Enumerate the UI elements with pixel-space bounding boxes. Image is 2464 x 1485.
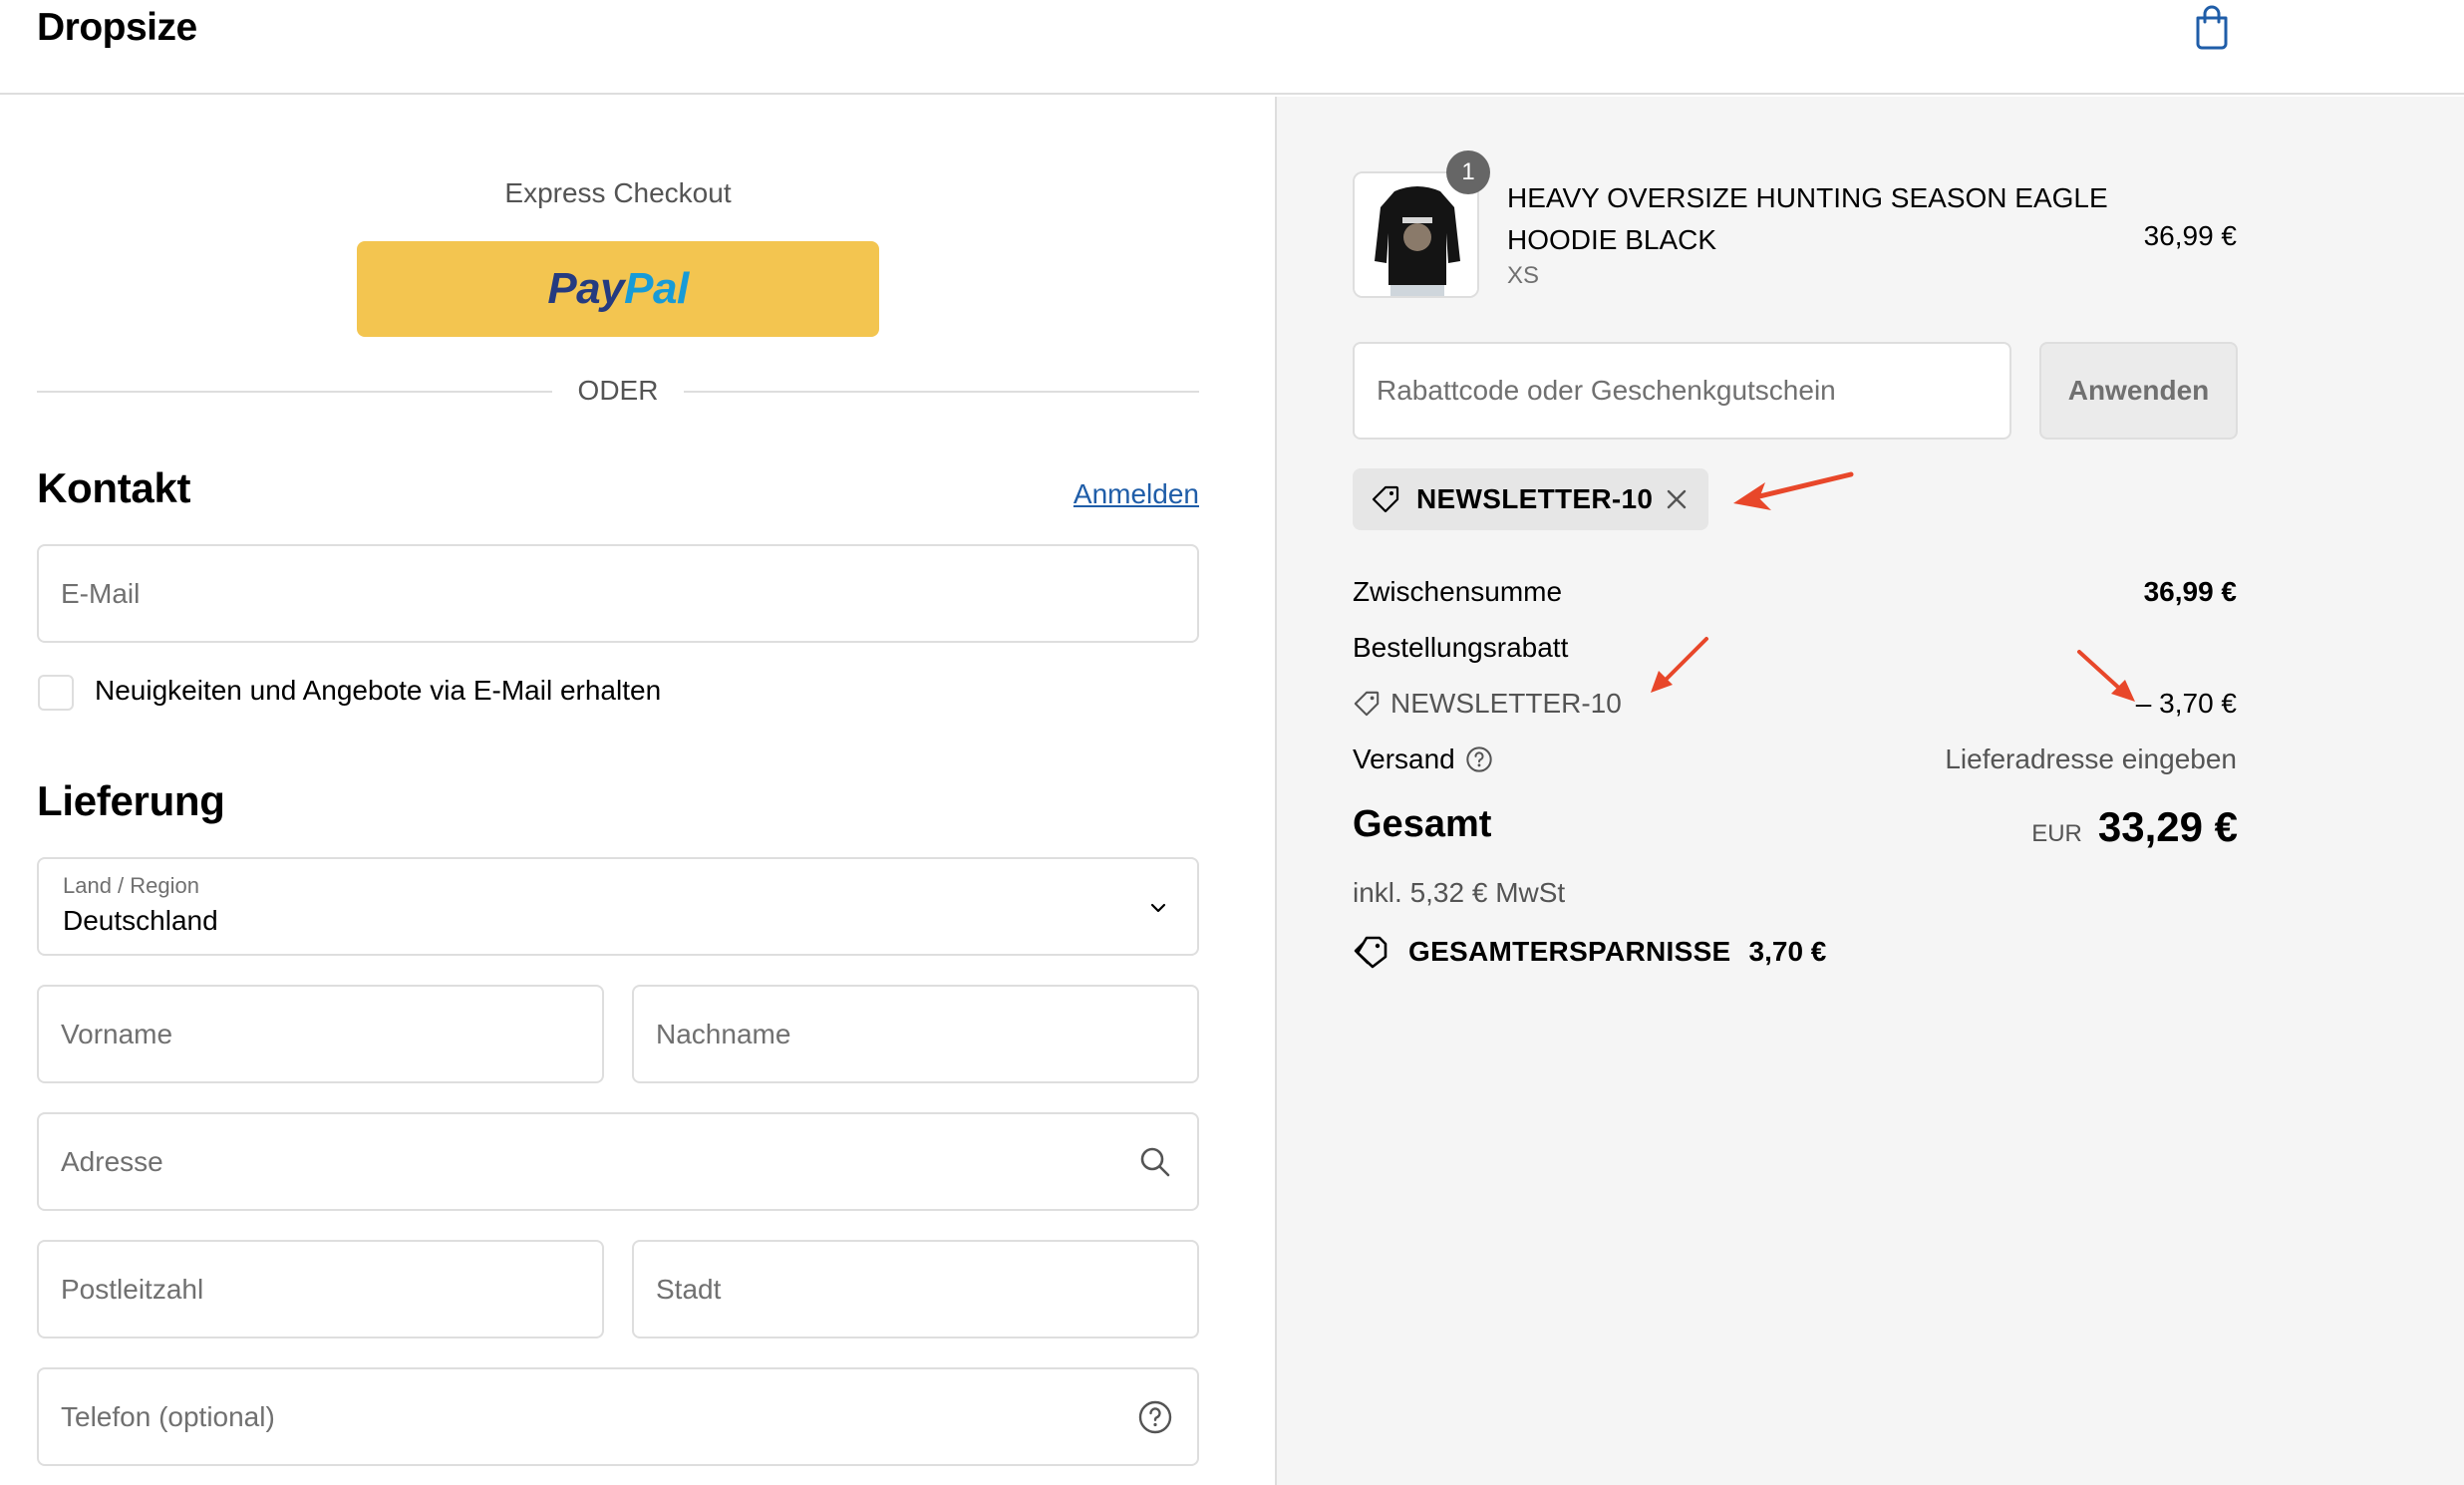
city-input[interactable] xyxy=(634,1242,1197,1336)
discount-code-field[interactable] xyxy=(1353,342,2011,440)
newsletter-label: Neuigkeiten und Angebote via E-Mail erha… xyxy=(95,675,662,706)
total-amount: EUR 33,29 € xyxy=(2031,803,2238,851)
shipping-row: Versand xyxy=(1353,743,1493,775)
paypal-logo: PayPal xyxy=(547,264,689,313)
total-savings: GESAMTERSPARNISSE 3,70 € xyxy=(1353,935,1826,969)
city-field[interactable] xyxy=(632,1240,1199,1338)
express-checkout-title: Express Checkout xyxy=(504,177,732,208)
address-input[interactable] xyxy=(39,1114,1197,1209)
brand-logo[interactable]: Dropsize xyxy=(37,6,197,50)
subtotal-value: 36,99 € xyxy=(2143,576,2237,607)
annotation-arrow-icon xyxy=(1733,471,1854,510)
total-value: 33,29 € xyxy=(2097,803,2238,850)
order-discount-label: Bestellungsrabatt xyxy=(1353,632,1569,663)
help-icon[interactable] xyxy=(1465,745,1493,773)
paypal-button[interactable]: PayPal xyxy=(357,241,879,337)
applied-discount-chip: NEWSLETTER-10 xyxy=(1353,468,1708,530)
subtotal-label: Zwischensumme xyxy=(1353,576,1563,607)
search-icon[interactable] xyxy=(1137,1144,1173,1180)
chevron-down-icon xyxy=(1150,903,1166,913)
quantity-badge: 1 xyxy=(1446,150,1490,194)
annotation-arrow-icon xyxy=(1651,637,1708,693)
lastname-input[interactable] xyxy=(634,987,1197,1081)
divider-right xyxy=(684,391,1199,393)
tax-note: inkl. 5,32 € MwSt xyxy=(1353,877,1566,908)
phone-field[interactable] xyxy=(37,1367,1199,1466)
firstname-field[interactable] xyxy=(37,985,604,1083)
order-discount-code-row: NEWSLETTER-10 xyxy=(1353,688,1622,720)
divider-text: ODER xyxy=(577,375,659,406)
country-value: Deutschland xyxy=(63,905,218,936)
applied-discount-code: NEWSLETTER-10 xyxy=(1416,483,1654,514)
country-label: Land / Region xyxy=(63,873,199,898)
savings-label: GESAMTERSPARNISSE xyxy=(1408,936,1731,967)
newsletter-checkbox[interactable] xyxy=(38,675,74,711)
order-discount-code: NEWSLETTER-10 xyxy=(1390,688,1622,719)
product-variant: XS xyxy=(1507,262,1540,289)
tag-icon xyxy=(1372,485,1399,513)
shipping-value: Lieferadresse eingeben xyxy=(1945,743,2237,774)
savings-value: 3,70 € xyxy=(1748,936,1827,967)
help-icon[interactable] xyxy=(1137,1399,1173,1435)
contact-heading: Kontakt xyxy=(37,464,191,511)
divider-left xyxy=(37,391,552,393)
delivery-heading: Lieferung xyxy=(37,777,225,824)
zip-field[interactable] xyxy=(37,1240,604,1338)
annotation-arrow-icon xyxy=(2077,650,2135,702)
country-select[interactable]: Land / Region Deutschland xyxy=(37,857,1199,956)
savings-tag-icon xyxy=(1354,936,1387,969)
product-price: 36,99 € xyxy=(2143,220,2237,251)
remove-discount-icon[interactable] xyxy=(1664,486,1690,512)
discount-code-input[interactable] xyxy=(1355,344,2009,438)
header: Dropsize xyxy=(0,0,2464,95)
order-summary-panel xyxy=(1275,97,2464,1485)
address-field[interactable] xyxy=(37,1112,1199,1211)
order-discount-value: – 3,70 € xyxy=(2135,688,2237,719)
zip-input[interactable] xyxy=(39,1242,602,1336)
firstname-input[interactable] xyxy=(39,987,602,1081)
shipping-label: Versand xyxy=(1353,743,1455,774)
lastname-field[interactable] xyxy=(632,985,1199,1083)
login-link[interactable]: Anmelden xyxy=(1074,478,1199,510)
total-currency: EUR xyxy=(2031,820,2082,847)
apply-discount-button[interactable]: Anwenden xyxy=(2039,342,2238,440)
total-label: Gesamt xyxy=(1353,803,1492,845)
email-input[interactable] xyxy=(39,546,1197,641)
phone-input[interactable] xyxy=(39,1369,1197,1464)
shopping-bag-icon[interactable] xyxy=(2193,4,2231,50)
tag-icon xyxy=(1354,691,1380,717)
product-title: HEAVY OVERSIZE HUNTING SEASON EAGLE HOOD… xyxy=(1507,182,2108,255)
email-field[interactable] xyxy=(37,544,1199,643)
